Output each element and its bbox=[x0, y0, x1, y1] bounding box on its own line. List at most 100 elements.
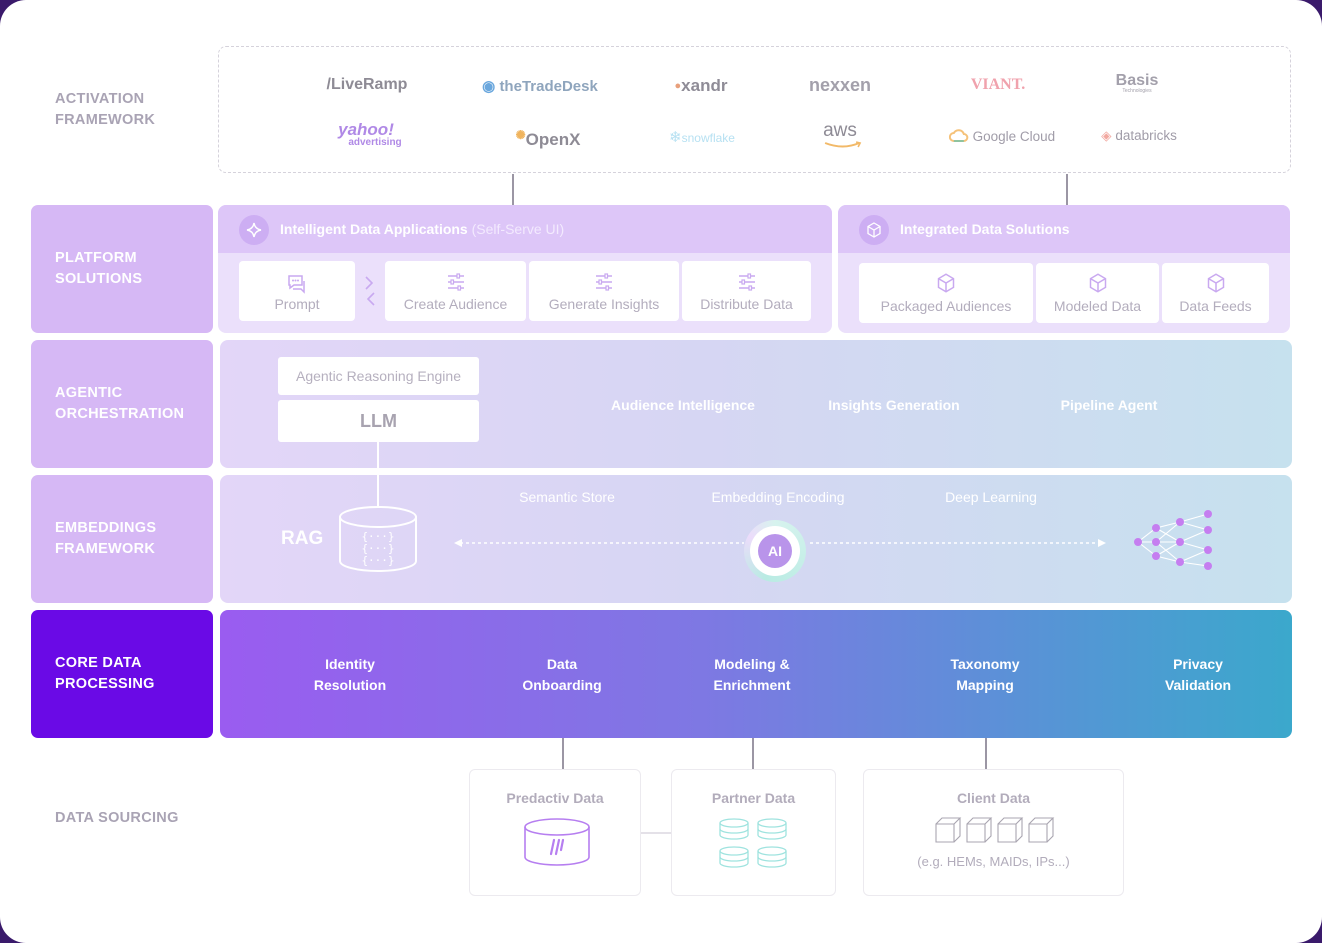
agent-audience-intelligence: Audience Intelligence bbox=[611, 397, 755, 413]
apps-title-text: Intelligent Data Applications bbox=[280, 221, 468, 237]
neural-network-icon bbox=[1134, 510, 1212, 570]
source-client-label: Client Data bbox=[956, 790, 1031, 806]
google-cloud-icon bbox=[948, 129, 969, 142]
solution-card-data-feeds[interactable]: Data Feeds bbox=[1162, 263, 1269, 323]
cube-icon bbox=[1089, 273, 1106, 293]
source-predactiv: Predactiv Data bbox=[469, 769, 641, 896]
chat-bubble-icon bbox=[288, 275, 305, 294]
aws-smile-icon bbox=[824, 141, 862, 148]
xandr-mark-icon: ● bbox=[674, 80, 682, 92]
logo-tradedesk: ◉ theTradeDesk bbox=[482, 77, 598, 95]
source-predactiv-label: Predactiv Data bbox=[506, 790, 604, 806]
sliders-icon bbox=[447, 273, 464, 291]
app-card-create-audience[interactable]: Create Audience bbox=[385, 261, 526, 321]
solution-card-modeled-data[interactable]: Modeled Data bbox=[1036, 263, 1159, 323]
solutions-panel-title: Integrated Data Solutions bbox=[900, 221, 1070, 237]
logo-openx: ✺OpenX bbox=[516, 128, 581, 150]
layer-label-agentic: AGENTIC ORCHESTRATION bbox=[31, 340, 213, 468]
logo-aws: aws bbox=[823, 120, 862, 148]
agentic-engine-box: Agentic Reasoning Engine bbox=[278, 357, 479, 395]
client-cubes-icon bbox=[935, 817, 1055, 843]
solution-card-data-feeds-label: Data Feeds bbox=[1179, 298, 1252, 314]
core-step-identity-resolution: Identity Resolution bbox=[313, 656, 387, 693]
sliders-icon bbox=[596, 273, 612, 291]
apps-panel: Intelligent Data Applications (Self-Serv… bbox=[218, 205, 832, 333]
logo-nexxen: nexxen bbox=[808, 75, 872, 95]
source-partner: Partner Data bbox=[671, 769, 836, 896]
layer-label-core: CORE DATA PROCESSING bbox=[31, 610, 213, 738]
layer-label-embeddings: EMBEDDINGS FRAMEWORK bbox=[31, 475, 213, 603]
logo-xandr-text: xandr bbox=[681, 76, 728, 95]
architecture-diagram: ACTIVATION FRAMEWORK PLATFORM SOLUTIONS … bbox=[0, 0, 1322, 943]
solution-card-packaged-audiences[interactable]: Packaged Audiences bbox=[859, 263, 1033, 323]
tradedesk-mark-icon: ◉ bbox=[482, 78, 496, 95]
connector-activation-solutions bbox=[1066, 174, 1068, 205]
logo-yahoo-text: yahoo! bbox=[338, 120, 394, 139]
logo-basis-text: Basis bbox=[1115, 72, 1159, 89]
exchange-chevrons-icon bbox=[365, 276, 375, 306]
agent-pipeline: Pipeline Agent bbox=[1060, 397, 1158, 413]
logo-databricks-text: databricks bbox=[1115, 128, 1177, 143]
database-icon: {···} {···} {···} bbox=[339, 506, 417, 572]
logo-tradedesk-text: theTradeDesk bbox=[499, 78, 598, 95]
logo-databricks: ◈ databricks bbox=[1101, 128, 1177, 144]
connector-predactiv-partner bbox=[641, 832, 671, 834]
connector-core-client bbox=[985, 738, 987, 769]
logo-aws-text: aws bbox=[823, 120, 857, 141]
stage-semantic-store: Semantic Store bbox=[519, 489, 615, 505]
core-step-taxonomy-mapping: Taxonomy Mapping bbox=[950, 656, 1020, 693]
app-card-prompt[interactable]: Prompt bbox=[239, 261, 355, 321]
app-card-create-audience-label: Create Audience bbox=[403, 296, 508, 312]
sparkle-icon bbox=[239, 215, 269, 245]
partner-databases-icon bbox=[719, 818, 787, 868]
cube-icon bbox=[859, 215, 889, 245]
app-card-generate-insights-label: Generate Insights bbox=[548, 296, 660, 312]
llm-box: LLM bbox=[278, 400, 479, 442]
connector-llm-rag bbox=[377, 442, 379, 507]
ai-core-badge: AI bbox=[758, 534, 792, 568]
connector-core-partner bbox=[752, 738, 754, 769]
snowflake-mark-icon: ❄ bbox=[669, 129, 682, 146]
logo-yahoo: yahoo! advertising bbox=[330, 120, 402, 148]
stage-deep-learning: Deep Learning bbox=[945, 489, 1037, 505]
core-step-data-onboarding: Data Onboarding bbox=[522, 656, 602, 693]
logo-openx-text: OpenX bbox=[525, 130, 581, 149]
apps-title-sub: (Self-Serve UI) bbox=[471, 221, 565, 237]
layer-label-activation: ACTIVATION FRAMEWORK bbox=[55, 91, 156, 128]
openx-mark-icon: ✺ bbox=[515, 128, 526, 142]
logo-viant: VIANT. bbox=[970, 76, 1026, 93]
stage-embedding-encoding: Embedding Encoding bbox=[711, 489, 845, 505]
logo-googlecloud: Google Cloud bbox=[948, 129, 1056, 144]
core-step-modeling-enrichment: Modeling & Enrichment bbox=[713, 656, 791, 693]
source-partner-label: Partner Data bbox=[711, 790, 796, 806]
cube-icon bbox=[937, 273, 955, 293]
logo-basis: Basis Technologies bbox=[1115, 72, 1159, 95]
logo-xandr: ●xandr bbox=[675, 76, 728, 96]
layer-label-platform: PLATFORM SOLUTIONS bbox=[31, 205, 213, 333]
agent-insights-generation: Insights Generation bbox=[828, 397, 960, 413]
connector-activation-apps bbox=[512, 174, 514, 205]
databricks-mark-icon: ◈ bbox=[1101, 128, 1112, 143]
app-card-prompt-label: Prompt bbox=[274, 296, 320, 312]
solution-card-modeled-data-label: Modeled Data bbox=[1053, 298, 1142, 314]
activation-partner-box bbox=[218, 46, 1291, 173]
apps-panel-title: Intelligent Data Applications (Self-Serv… bbox=[280, 221, 564, 237]
rag-label: RAG bbox=[281, 528, 324, 549]
app-card-distribute-data-label: Distribute Data bbox=[700, 296, 793, 312]
core-step-privacy-validation: Privacy Validation bbox=[1164, 656, 1232, 693]
solution-card-packaged-audiences-label: Packaged Audiences bbox=[880, 298, 1012, 314]
cube-icon bbox=[1207, 273, 1224, 293]
logo-snowflake-text: snowflake bbox=[681, 131, 735, 145]
predactiv-database-icon bbox=[524, 818, 590, 866]
source-client-note: (e.g. HEMs, MAIDs, IPs...) bbox=[917, 854, 1070, 869]
app-card-generate-insights[interactable]: Generate Insights bbox=[529, 261, 679, 321]
logo-googlecloud-text: Google Cloud bbox=[972, 129, 1056, 144]
source-client: Client Data (e.g. HEMs, MAIDs, IPs...) bbox=[863, 769, 1124, 896]
connector-core-predactiv bbox=[562, 738, 564, 769]
svg-text:{···}: {···} bbox=[361, 554, 394, 567]
app-card-distribute-data[interactable]: Distribute Data bbox=[682, 261, 811, 321]
logo-snowflake: ❄snowflake bbox=[669, 128, 735, 146]
sliders-icon bbox=[738, 273, 755, 291]
solutions-panel: Integrated Data Solutions Packaged Audie… bbox=[838, 205, 1290, 333]
layer-label-sourcing: DATA SOURCING bbox=[55, 809, 179, 826]
